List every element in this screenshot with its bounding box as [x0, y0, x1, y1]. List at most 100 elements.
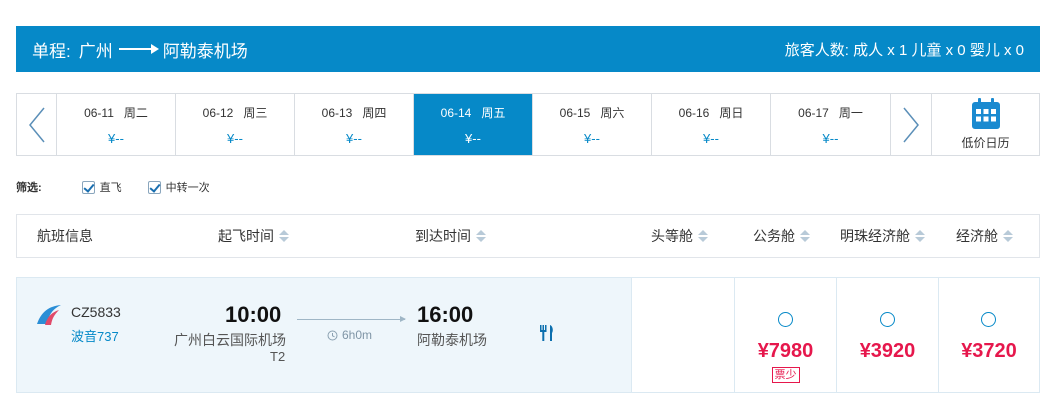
header-departure-time-label: 起飞时间 — [218, 228, 274, 244]
date-label: 06-16 周日 — [679, 104, 744, 121]
weekday-text: 周一 — [838, 105, 863, 120]
passenger-count: 旅客人数: 成人 x 1 儿童 x 0 婴儿 x 0 — [784, 41, 1024, 59]
business-class-price: ¥7980 — [757, 340, 814, 362]
weekday-text: 周五 — [481, 105, 506, 120]
business-class-radio[interactable] — [777, 312, 793, 327]
sort-icon — [1003, 230, 1013, 242]
calendar-label: 低价日历 — [961, 136, 1010, 150]
duration-text: 6h0m — [342, 328, 373, 342]
flight-table-header: 航班信息 起飞时间 到达时间 头等舱 公务舱 明珠经济舱 经济舱 — [16, 214, 1040, 258]
duration-arrow — [297, 316, 406, 322]
departure-time: 10:00 — [225, 302, 282, 327]
date-text: 06-12 — [202, 105, 234, 120]
date-label: 06-17 周一 — [798, 104, 863, 121]
trip-type-label: 单程: — [32, 41, 71, 61]
header-first-class-label: 头等舱 — [651, 228, 693, 244]
meal-icon — [539, 324, 555, 347]
date-option-06-11[interactable]: 06-11 周二 ¥-- — [57, 94, 176, 155]
chevron-left-icon — [28, 107, 45, 142]
date-option-06-12[interactable]: 06-12 周三 ¥-- — [176, 94, 295, 155]
prev-dates-button[interactable] — [17, 94, 57, 155]
route-summary: 单程: 广州 阿勒泰机场 — [32, 37, 248, 62]
sort-business-class[interactable]: 公务舱 — [753, 215, 810, 257]
sort-pearl-economy[interactable]: 明珠经济舱 — [840, 215, 925, 257]
weekday-text: 周三 — [243, 105, 268, 120]
sort-icon — [698, 230, 708, 242]
filter-label: 筛选: — [16, 182, 42, 194]
route-bar: 单程: 广州 阿勒泰机场 旅客人数: 成人 x 1 儿童 x 0 婴儿 x 0 — [16, 26, 1040, 72]
next-dates-button[interactable] — [890, 94, 931, 155]
direct-flight-checkbox[interactable]: 直飞 — [81, 179, 122, 195]
airline-logo-icon — [35, 304, 63, 331]
date-strip: 06-11 周二 ¥-- 06-12 周三 ¥-- 06-13 周四 ¥-- 06-14 周五 ¥--… — [16, 93, 1040, 156]
calendar-icon — [971, 98, 1000, 129]
weekday-text: 周日 — [719, 105, 744, 120]
departure-terminal: T2 — [270, 349, 286, 364]
date-option-06-14[interactable]: 06-14 周五 ¥-- — [414, 94, 533, 155]
header-economy-label: 经济舱 — [956, 228, 998, 244]
sort-icon — [915, 230, 925, 242]
sort-arrival-time[interactable]: 到达时间 — [415, 215, 486, 257]
checkbox-checked-icon — [147, 180, 161, 194]
weekday-text: 周二 — [123, 105, 148, 120]
direct-flight-label: 直飞 — [99, 182, 122, 194]
arrival-airport: 阿勒泰机场 — [417, 332, 487, 348]
sort-icon — [800, 230, 810, 242]
header-pearl-economy-label: 明珠经济舱 — [840, 228, 910, 244]
few-tickets-badge: 票少 — [771, 367, 800, 383]
date-price: ¥-- — [822, 130, 839, 146]
low-price-calendar-button[interactable]: 低价日历 — [931, 94, 1039, 155]
economy-cell: ¥3720 — [938, 278, 1039, 392]
header-business-class-label: 公务舱 — [753, 228, 795, 244]
weekday-text: 周六 — [600, 105, 625, 120]
date-price: ¥-- — [227, 130, 243, 146]
departure-airport: 广州白云国际机场 — [174, 332, 286, 348]
sort-economy[interactable]: 经济舱 — [956, 215, 1013, 257]
date-cells: 06-11 周二 ¥-- 06-12 周三 ¥-- 06-13 周四 ¥-- 06-14 周五 ¥--… — [57, 94, 890, 155]
date-label: 06-14 周五 — [441, 104, 506, 121]
date-price: ¥-- — [465, 130, 481, 146]
date-option-06-16[interactable]: 06-16 周日 ¥-- — [652, 94, 771, 155]
date-price: ¥-- — [584, 130, 600, 146]
header-flight-info: 航班信息 — [37, 228, 93, 244]
weekday-text: 周四 — [362, 105, 387, 120]
date-text: 06-16 — [678, 105, 710, 120]
route-arrow-icon — [118, 44, 159, 54]
header-arrival-time-label: 到达时间 — [415, 228, 471, 244]
business-class-cell: ¥7980 票少 — [734, 278, 836, 392]
sort-first-class[interactable]: 头等舱 — [651, 215, 708, 257]
sort-departure-time[interactable]: 起飞时间 — [218, 215, 289, 257]
flight-number: CZ5833 — [71, 304, 121, 320]
date-label: 06-12 周三 — [203, 104, 268, 121]
date-text: 06-15 — [559, 105, 591, 120]
clock-icon — [327, 330, 338, 340]
chevron-right-icon — [903, 107, 919, 142]
date-label: 06-13 周四 — [322, 104, 387, 121]
first-class-cell — [631, 278, 734, 392]
arrival-time: 16:00 — [417, 302, 474, 327]
date-price: ¥-- — [703, 130, 719, 146]
flight-duration: 6h0m — [327, 328, 372, 342]
date-text: 06-11 — [84, 105, 114, 120]
date-option-06-13[interactable]: 06-13 周四 ¥-- — [295, 94, 414, 155]
one-transfer-label: 中转一次 — [165, 182, 210, 194]
one-transfer-checkbox[interactable]: 中转一次 — [147, 179, 210, 195]
origin-city: 广州 — [78, 41, 113, 61]
date-label: 06-11 周二 — [84, 104, 148, 121]
pearl-economy-radio[interactable] — [879, 312, 895, 327]
sort-icon — [476, 230, 486, 242]
economy-radio[interactable] — [981, 312, 996, 327]
filter-row: 筛选: 直飞 中转一次 — [16, 177, 236, 197]
economy-price: ¥3720 — [961, 340, 1017, 362]
checkbox-checked-icon — [81, 180, 95, 194]
date-option-06-17[interactable]: 06-17 周一 ¥-- — [771, 94, 890, 155]
date-text: 06-14 — [440, 105, 472, 120]
date-option-06-15[interactable]: 06-15 周六 ¥-- — [533, 94, 652, 155]
date-price: ¥-- — [108, 130, 124, 146]
date-text: 06-17 — [798, 105, 829, 120]
date-label: 06-15 周六 — [560, 104, 625, 121]
pearl-economy-cell: ¥3920 — [836, 278, 938, 392]
destination-airport: 阿勒泰机场 — [162, 41, 248, 61]
aircraft-type-link[interactable]: 波音737 — [71, 326, 119, 345]
flight-row: CZ5833 波音737 10:00 广州白云国际机场 T2 6h0m 16:0… — [16, 277, 1040, 393]
